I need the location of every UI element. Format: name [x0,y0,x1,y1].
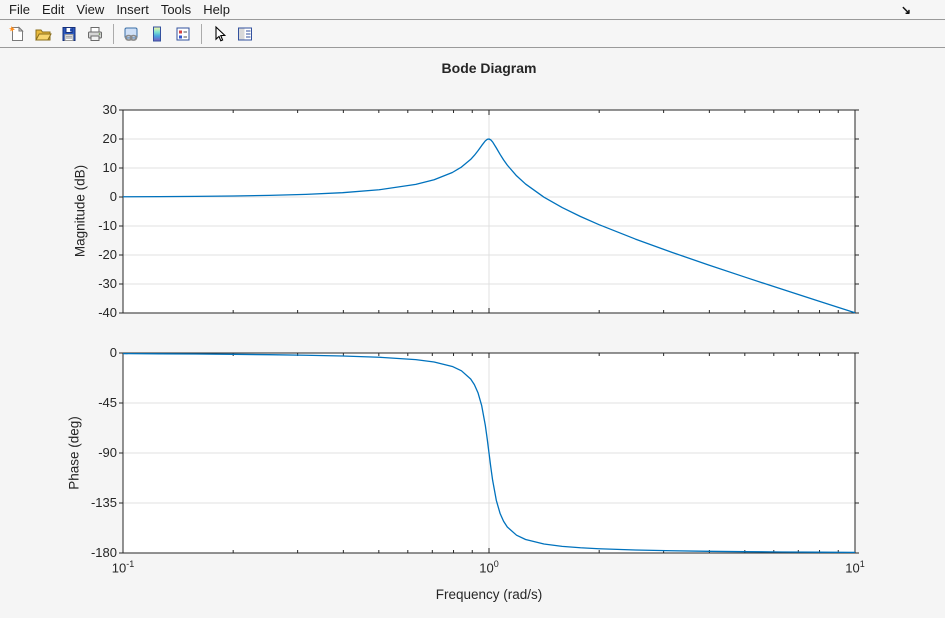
insert-legend-button[interactable] [172,23,194,45]
figure-canvas: Bode Diagram 3020100-10-20-30-40 Magnitu… [0,49,945,618]
y-tick-label: -135 [63,495,117,510]
magnitude-axis-label: Magnitude (dB) [73,165,88,257]
open-folder-icon [34,25,52,43]
new-document-icon [8,25,26,43]
save-floppy-icon [60,25,78,43]
magnitude-plot: 3020100-10-20-30-40 [123,110,855,313]
new-figure-button[interactable] [6,23,28,45]
y-tick-label: 20 [63,131,117,146]
save-figure-button[interactable] [58,23,80,45]
link-plot-button[interactable] [120,23,142,45]
x-tick-label: 10-1 [93,559,153,575]
x-tick-label: 101 [825,559,885,575]
property-inspector-icon [236,25,254,43]
y-tick-label: 0 [63,189,117,204]
x-tick-label: 100 [459,559,519,575]
arrow-cursor-icon [210,25,228,43]
menu-tools[interactable]: Tools [155,0,197,20]
y-tick-label: 0 [63,345,117,360]
printer-icon [86,25,104,43]
dock-figure-icon[interactable]: ↘ [901,1,911,19]
open-file-button[interactable] [32,23,54,45]
phase-plot-canvas [123,353,855,553]
property-inspector-button[interactable] [234,23,256,45]
y-tick-label: -20 [63,247,117,262]
phase-axis-label: Phase (deg) [67,416,82,490]
menu-edit[interactable]: Edit [36,0,70,20]
toolbar-separator [201,24,202,44]
chart-title: Bode Diagram [123,60,855,76]
menu-view[interactable]: View [70,0,110,20]
figure-toolbar [0,21,945,48]
legend-icon [174,25,192,43]
edit-plot-button[interactable] [208,23,230,45]
y-tick-label: -30 [63,276,117,291]
menu-bar: File Edit View Insert Tools Help ↘ [0,0,945,20]
insert-colorbar-button[interactable] [146,23,168,45]
magnitude-plot-canvas [123,110,855,313]
y-tick-label: 10 [63,160,117,175]
print-figure-button[interactable] [84,23,106,45]
y-tick-label: -10 [63,218,117,233]
frequency-axis-label: Frequency (rad/s) [123,587,855,602]
menu-help[interactable]: Help [197,0,236,20]
menu-file[interactable]: File [3,0,36,20]
y-tick-label: -45 [63,395,117,410]
link-chain-icon [122,25,140,43]
colorbar-icon [148,25,166,43]
phase-plot: 0-45-90-135-18010-1100101 [123,353,855,553]
y-tick-label: 30 [63,102,117,117]
y-tick-label: -40 [63,305,117,320]
toolbar-separator [113,24,114,44]
menu-insert[interactable]: Insert [110,0,155,20]
y-tick-label: -180 [63,545,117,560]
